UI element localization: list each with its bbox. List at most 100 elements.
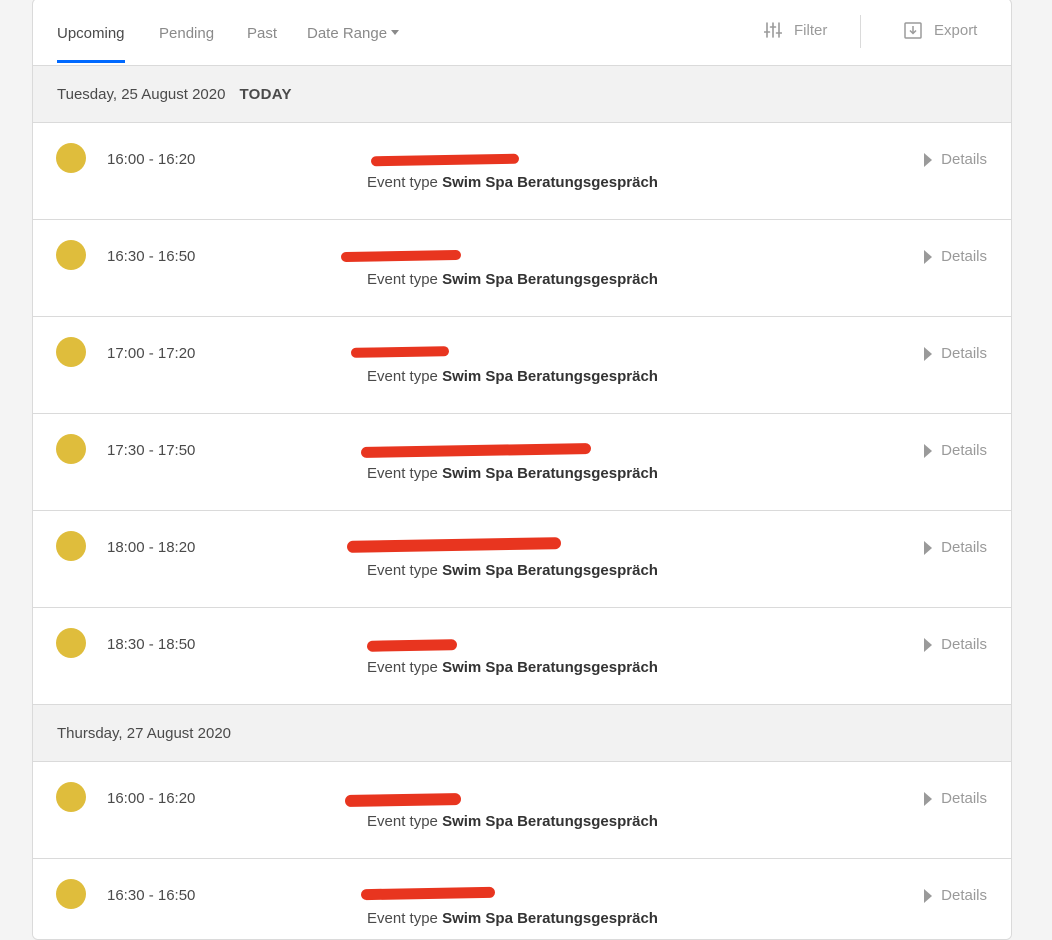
caret-right-icon	[924, 249, 933, 264]
tab-upcoming[interactable]: Upcoming	[57, 25, 125, 63]
event-row[interactable]: 17:00 - 17:20 Event type Swim Spa Beratu…	[33, 317, 1011, 414]
day-header: Thursday, 27 August 2020	[33, 705, 1011, 762]
invitee-name-redacted	[344, 788, 627, 808]
event-row[interactable]: 18:30 - 18:50 Event type Swim Spa Beratu…	[33, 608, 1011, 705]
caret-right-icon	[924, 443, 933, 458]
scheduled-events-panel: Upcoming Pending Past Date Range Filter	[32, 0, 1012, 940]
event-color-dot	[56, 337, 86, 367]
details-button[interactable]: Details	[924, 636, 987, 653]
event-time: 16:00 - 16:20	[107, 790, 196, 807]
caret-right-icon	[924, 152, 933, 167]
event-type-prefix: Event type	[367, 910, 438, 927]
event-type: Event type Swim Spa Beratungsgespräch	[367, 368, 658, 385]
event-type-prefix: Event type	[367, 562, 438, 579]
event-time: 16:30 - 16:50	[107, 887, 196, 904]
event-type-name: Swim Spa Beratungsgespräch	[442, 271, 658, 288]
day-header: Tuesday, 25 August 2020 TODAY	[33, 66, 1011, 123]
tab-past[interactable]: Past	[247, 25, 277, 63]
details-label: Details	[941, 636, 987, 653]
details-label: Details	[941, 248, 987, 265]
details-label: Details	[941, 539, 987, 556]
event-type: Event type Swim Spa Beratungsgespräch	[367, 813, 658, 830]
details-label: Details	[941, 887, 987, 904]
event-type-prefix: Event type	[367, 368, 438, 385]
event-color-dot	[56, 782, 86, 812]
event-color-dot	[56, 143, 86, 173]
invitee-name-redacted	[360, 440, 627, 460]
event-row[interactable]: 17:30 - 17:50 Event type Swim Spa Beratu…	[33, 414, 1011, 511]
details-button[interactable]: Details	[924, 790, 987, 807]
caret-down-icon	[391, 29, 400, 35]
today-badge: TODAY	[239, 85, 292, 103]
invitee-name-redacted	[340, 246, 627, 266]
event-row[interactable]: 18:00 - 18:20 Event type Swim Spa Beratu…	[33, 511, 1011, 608]
event-time: 18:00 - 18:20	[107, 539, 196, 556]
details-label: Details	[941, 151, 987, 168]
event-type: Event type Swim Spa Beratungsgespräch	[367, 465, 658, 482]
details-label: Details	[941, 442, 987, 459]
event-color-dot	[56, 434, 86, 464]
caret-right-icon	[924, 637, 933, 652]
event-type-name: Swim Spa Beratungsgespräch	[442, 813, 658, 830]
event-type: Event type Swim Spa Beratungsgespräch	[367, 659, 658, 676]
event-row[interactable]: 16:30 - 16:50 Event type Swim Spa Beratu…	[33, 220, 1011, 317]
export-label: Export	[934, 21, 978, 39]
event-type-prefix: Event type	[367, 659, 438, 676]
event-time: 17:30 - 17:50	[107, 442, 196, 459]
toolbar: Upcoming Pending Past Date Range Filter	[33, 0, 1011, 66]
invitee-name-redacted	[350, 343, 627, 363]
event-type-prefix: Event type	[367, 174, 438, 191]
invitee-name-redacted	[346, 537, 627, 557]
invitee-name-redacted	[367, 149, 627, 169]
event-color-dot	[56, 531, 86, 561]
export-button[interactable]: Export	[904, 21, 977, 39]
day-date: Thursday, 27 August 2020	[57, 724, 232, 742]
details-button[interactable]: Details	[924, 539, 987, 556]
event-type-name: Swim Spa Beratungsgespräch	[442, 562, 658, 579]
event-type-name: Swim Spa Beratungsgespräch	[442, 368, 658, 385]
tab-date-range[interactable]: Date Range	[307, 25, 400, 63]
sliders-icon	[764, 22, 782, 38]
event-time: 17:00 - 17:20	[107, 345, 196, 362]
event-row[interactable]: 16:30 - 16:50 Event type Swim Spa Beratu…	[33, 859, 1011, 939]
caret-right-icon	[924, 888, 933, 903]
event-type: Event type Swim Spa Beratungsgespräch	[367, 910, 658, 927]
details-label: Details	[941, 345, 987, 362]
event-color-dot	[56, 879, 86, 909]
toolbar-divider	[860, 15, 861, 48]
event-time: 16:00 - 16:20	[107, 151, 196, 168]
caret-right-icon	[924, 791, 933, 806]
event-type-name: Swim Spa Beratungsgespräch	[442, 174, 658, 191]
event-type-name: Swim Spa Beratungsgespräch	[442, 659, 658, 676]
details-button[interactable]: Details	[924, 345, 987, 362]
event-type: Event type Swim Spa Beratungsgespräch	[367, 271, 658, 288]
details-button[interactable]: Details	[924, 887, 987, 904]
event-color-dot	[56, 240, 86, 270]
day-date: Tuesday, 25 August 2020	[57, 85, 226, 103]
details-button[interactable]: Details	[924, 151, 987, 168]
caret-right-icon	[924, 346, 933, 361]
event-time: 18:30 - 18:50	[107, 636, 196, 653]
details-label: Details	[941, 790, 987, 807]
event-type: Event type Swim Spa Beratungsgespräch	[367, 174, 658, 191]
invitee-name-redacted	[366, 634, 627, 654]
filter-label: Filter	[794, 21, 828, 39]
invitee-name-redacted	[360, 885, 627, 905]
event-row[interactable]: 16:00 - 16:20 Event type Swim Spa Beratu…	[33, 762, 1011, 859]
details-button[interactable]: Details	[924, 248, 987, 265]
filter-button[interactable]: Filter	[764, 21, 827, 39]
event-type-prefix: Event type	[367, 465, 438, 482]
event-row[interactable]: 16:00 - 16:20 Event type Swim Spa Beratu…	[33, 123, 1011, 220]
event-type-prefix: Event type	[367, 813, 438, 830]
event-type-name: Swim Spa Beratungsgespräch	[442, 910, 658, 927]
event-type: Event type Swim Spa Beratungsgespräch	[367, 562, 658, 579]
caret-right-icon	[924, 540, 933, 555]
event-type-name: Swim Spa Beratungsgespräch	[442, 465, 658, 482]
event-color-dot	[56, 628, 86, 658]
event-type-prefix: Event type	[367, 271, 438, 288]
tab-pending[interactable]: Pending	[159, 25, 214, 63]
tab-date-range-label: Date Range	[307, 25, 388, 42]
event-time: 16:30 - 16:50	[107, 248, 196, 265]
details-button[interactable]: Details	[924, 442, 987, 459]
download-icon	[904, 22, 922, 39]
